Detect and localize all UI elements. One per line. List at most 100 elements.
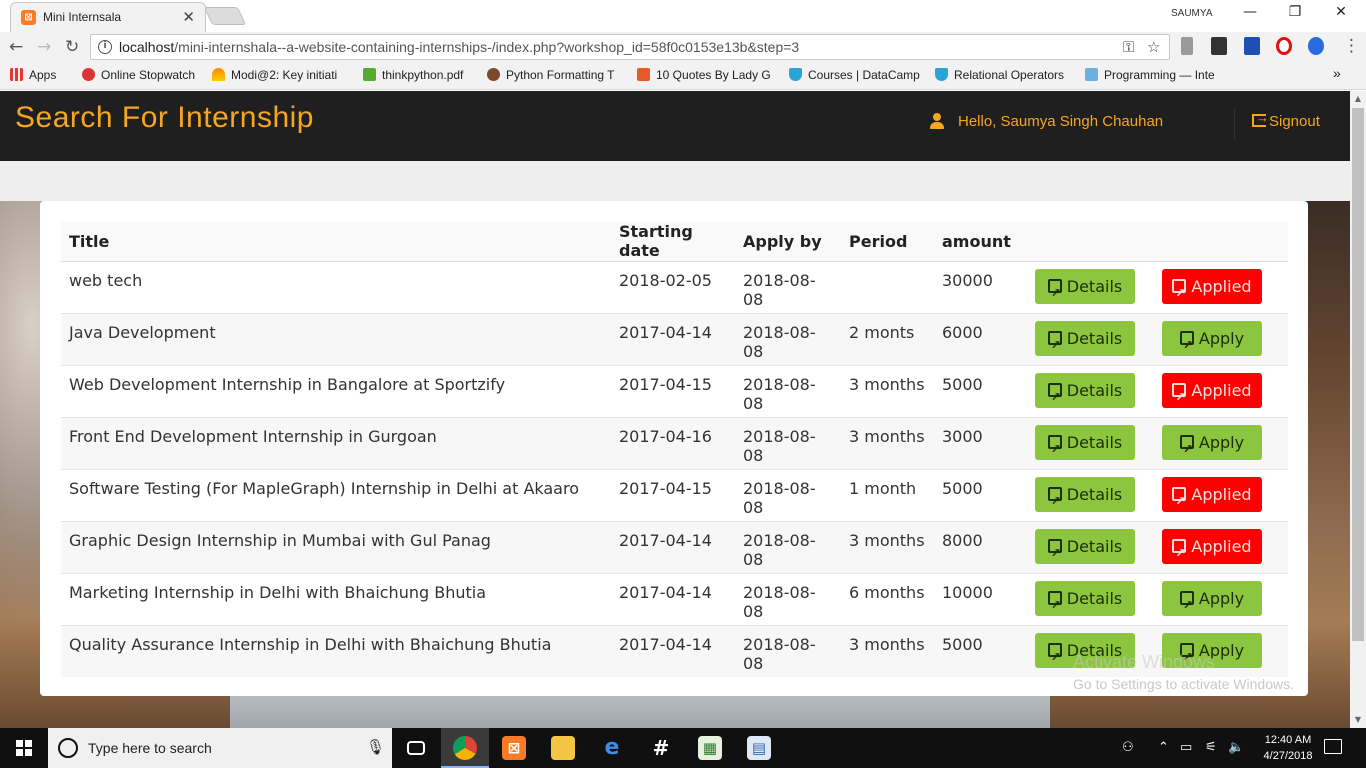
- bookmark-favicon-icon: [363, 68, 376, 81]
- restore-icon[interactable]: ❐: [1280, 4, 1310, 20]
- external-link-icon: [1179, 432, 1194, 467]
- apply-button[interactable]: Apply: [1162, 320, 1262, 363]
- back-arrow-icon[interactable]: ←: [9, 37, 23, 57]
- show-hidden-icons[interactable]: ⌃: [1158, 740, 1169, 755]
- info-icon[interactable]: i: [98, 40, 112, 54]
- period: 3 months: [841, 416, 934, 469]
- applied-button[interactable]: Applied: [1162, 528, 1262, 571]
- close-window-icon[interactable]: ✕: [1326, 4, 1356, 20]
- bookmark-item[interactable]: thinkpython.pdf: [363, 68, 463, 82]
- taskbar-clock[interactable]: 12:40 AM 4/27/2018: [1255, 732, 1321, 764]
- taskbar-slack[interactable]: #: [637, 728, 685, 768]
- bookmark-apps[interactable]: Apps: [10, 68, 56, 82]
- bookmark-item[interactable]: Online Stopwatch: [82, 68, 195, 82]
- taskbar-xampp[interactable]: ⊠: [490, 728, 538, 768]
- details-label: Details: [1066, 432, 1123, 452]
- user-greeting[interactable]: Hello, Saumya Singh Chauhan: [958, 113, 1163, 130]
- details-button[interactable]: Details: [1035, 268, 1135, 311]
- navbar-divider: [1234, 109, 1235, 139]
- url-input[interactable]: i localhost/mini-internshala--a-website-…: [90, 34, 1170, 60]
- table-row: Graphic Design Internship in Mumbai with…: [61, 520, 1288, 573]
- bookmark-item[interactable]: Courses | DataCamp: [789, 68, 920, 82]
- external-link-icon: [1047, 640, 1062, 675]
- applied-button[interactable]: Applied: [1162, 476, 1262, 519]
- apply-by-date: 2018-08-08: [735, 520, 841, 573]
- opera-icon[interactable]: [1276, 37, 1292, 55]
- scroll-up-icon[interactable]: ▲: [1350, 91, 1366, 107]
- profile-name[interactable]: SAUMYA: [1171, 8, 1213, 19]
- extension-icon[interactable]: [1308, 37, 1324, 55]
- folder-icon: [551, 736, 575, 760]
- internship-title: Quality Assurance Internship in Delhi wi…: [61, 624, 611, 677]
- internship-card: Title Starting date Apply by Period amou…: [40, 201, 1308, 696]
- taskbar-paint[interactable]: ▤: [735, 728, 783, 768]
- scroll-thumb[interactable]: [1352, 108, 1364, 641]
- reload-icon[interactable]: ↻: [65, 37, 79, 57]
- people-icon[interactable]: ⚇: [1122, 740, 1134, 755]
- taskbar-search[interactable]: Type here to search 🎙: [48, 728, 392, 768]
- bookmark-item[interactable]: Relational Operators: [935, 68, 1064, 82]
- close-tab-icon[interactable]: ✕: [182, 8, 195, 26]
- user-icon: [929, 113, 945, 129]
- table-row: Software Testing (For MapleGraph) Intern…: [61, 468, 1288, 521]
- stopwatch-icon: [82, 68, 95, 81]
- details-button[interactable]: Details: [1035, 372, 1135, 415]
- windows-taskbar: Type here to search 🎙 ⊠ e # ▦ ▤ ⚇ ⌃ ▭ ⚟ …: [0, 728, 1366, 768]
- external-link-icon: [1047, 432, 1062, 467]
- wifi-icon[interactable]: ⚟: [1205, 740, 1217, 755]
- microphone-icon[interactable]: 🎙: [366, 738, 385, 756]
- signout-link[interactable]: Signout: [1252, 110, 1320, 130]
- page-scrollbar[interactable]: ▲ ▼: [1350, 91, 1366, 728]
- volume-icon[interactable]: 🔈: [1228, 740, 1244, 755]
- details-button[interactable]: Details: [1035, 528, 1135, 571]
- action-label: Apply: [1198, 588, 1245, 608]
- column-header-title: Title: [61, 222, 611, 262]
- url-text[interactable]: localhost/mini-internshala--a-website-co…: [119, 39, 799, 55]
- taskbar-chrome[interactable]: [441, 728, 489, 768]
- new-tab-button[interactable]: [203, 7, 247, 25]
- task-view-icon: [407, 741, 425, 755]
- details-button[interactable]: Details: [1035, 476, 1135, 519]
- external-link-icon: [1047, 536, 1062, 571]
- brand-title[interactable]: Search For Internship: [15, 101, 314, 135]
- taskbar-file-explorer[interactable]: [539, 728, 587, 768]
- action-label: Applied: [1191, 536, 1252, 556]
- applied-button[interactable]: Applied: [1162, 268, 1262, 311]
- taskbar-edge[interactable]: e: [588, 728, 636, 768]
- key-icon[interactable]: ⚿: [1123, 38, 1134, 56]
- browser-tab[interactable]: ⊠ Mini Internsala ✕: [10, 2, 206, 32]
- column-header-amount: amount: [934, 222, 1027, 262]
- amount: 30000: [934, 260, 1027, 313]
- action-label: Applied: [1191, 484, 1252, 504]
- menu-dots-icon[interactable]: ⋮: [1343, 36, 1360, 56]
- scroll-down-icon[interactable]: ▼: [1350, 712, 1366, 728]
- extension-icon[interactable]: [1244, 37, 1260, 55]
- apply-button[interactable]: Apply: [1162, 580, 1262, 623]
- details-button[interactable]: Details: [1035, 580, 1135, 623]
- more-bookmarks-icon[interactable]: »: [1333, 65, 1341, 81]
- details-button[interactable]: Details: [1035, 424, 1135, 467]
- clock-time: 12:40 AM: [1264, 734, 1312, 746]
- activate-windows-text: Go to Settings to activate Windows.: [1073, 676, 1294, 692]
- task-view-button[interactable]: [392, 728, 440, 768]
- applied-button[interactable]: Applied: [1162, 372, 1262, 415]
- minimize-icon[interactable]: —: [1235, 4, 1265, 20]
- forward-arrow-icon[interactable]: →: [37, 37, 51, 57]
- bookmark-item[interactable]: Programming — Inte: [1085, 68, 1215, 82]
- apply-button[interactable]: Apply: [1162, 424, 1262, 467]
- bookmark-star-icon[interactable]: ☆: [1147, 38, 1160, 56]
- bookmark-item[interactable]: Modi@2: Key initiati: [212, 68, 337, 82]
- extension-icon[interactable]: [1211, 37, 1227, 55]
- bookmark-item[interactable]: 10 Quotes By Lady G: [637, 68, 771, 82]
- internship-title: web tech: [61, 260, 611, 313]
- extension-icon[interactable]: [1181, 37, 1193, 55]
- start-date: 2018-02-05: [611, 260, 735, 313]
- bookmark-item[interactable]: Python Formatting T: [487, 68, 615, 82]
- bookmark-favicon-icon: [487, 68, 500, 81]
- battery-icon[interactable]: ▭: [1180, 740, 1192, 755]
- action-center-icon[interactable]: [1324, 739, 1342, 754]
- start-button[interactable]: [0, 728, 48, 768]
- taskbar-notepad[interactable]: ▦: [686, 728, 734, 768]
- action-cell: Applied: [1154, 520, 1288, 573]
- details-button[interactable]: Details: [1035, 320, 1135, 363]
